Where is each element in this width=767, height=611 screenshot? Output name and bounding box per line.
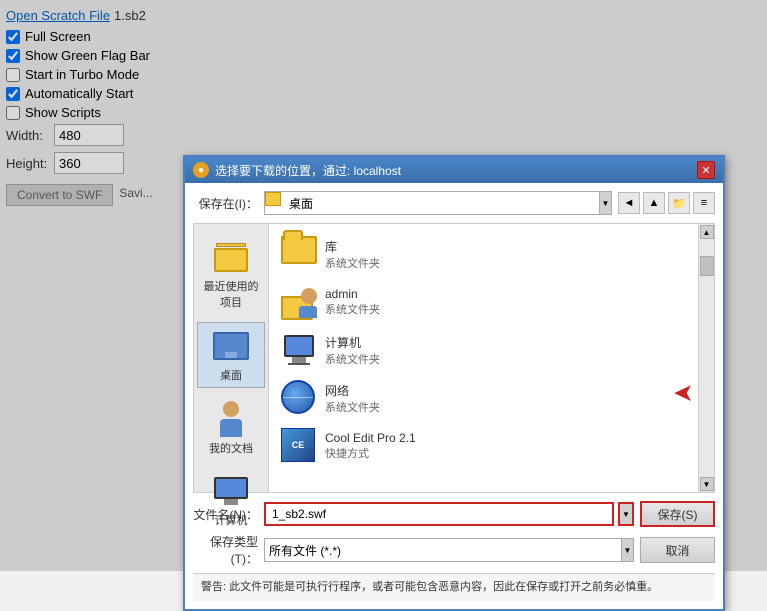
save-location-value: 桌面 bbox=[285, 192, 599, 214]
dialog-body: 保存在(I)： 桌面 ▼ ◄ ▲ 📁 ≡ bbox=[185, 183, 723, 609]
file-item-name: 库 bbox=[325, 238, 380, 255]
save-location-label: 保存在(I)： bbox=[193, 195, 258, 212]
person-body bbox=[220, 419, 242, 437]
folder-shape bbox=[281, 236, 317, 264]
screen bbox=[214, 477, 248, 499]
view-menu-button[interactable]: ≡ bbox=[693, 192, 715, 214]
computer-shape bbox=[214, 477, 248, 505]
file-item-type: 系统文件夹 bbox=[325, 399, 380, 415]
sidebar-recent-label: 最近使用的项目 bbox=[201, 278, 261, 310]
dialog-title-text: 选择要下载的位置，通过: localhost bbox=[215, 162, 401, 179]
filetype-value: 所有文件 (*.*) bbox=[265, 539, 621, 561]
dialog-overlay: ● 选择要下载的位置，通过: localhost ✕ 保存在(I)： 桌面 ▼ … bbox=[0, 0, 767, 571]
file-item-type: 系统文件夹 bbox=[325, 301, 380, 317]
folder-icon-large bbox=[281, 236, 317, 272]
new-folder-button[interactable]: 📁 bbox=[668, 192, 690, 214]
save-dialog: ● 选择要下载的位置，通过: localhost ✕ 保存在(I)： 桌面 ▼ … bbox=[183, 155, 725, 611]
file-item-type: 快捷方式 bbox=[325, 445, 416, 461]
filetype-dropdown[interactable]: ▼ bbox=[621, 539, 633, 561]
file-item-name: 网络 bbox=[325, 382, 380, 399]
dialog-titlebar: ● 选择要下载的位置，通过: localhost ✕ bbox=[185, 157, 723, 183]
network-icon-large bbox=[281, 380, 317, 416]
folder-icon bbox=[265, 192, 281, 206]
filename-label: 文件名(N)： bbox=[193, 506, 258, 523]
filename-row: 文件名(N)： ▼ 保存(S) bbox=[193, 501, 715, 527]
dialog-title-left: ● 选择要下载的位置，通过: localhost bbox=[193, 162, 401, 179]
desktop-icon bbox=[212, 327, 250, 365]
file-info: 库 系统文件夹 bbox=[325, 238, 380, 271]
person-folder-icon bbox=[281, 284, 317, 320]
list-item[interactable]: 网络 系统文件夹 bbox=[277, 376, 690, 420]
person-icon bbox=[217, 401, 245, 437]
sidebar-desktop-label: 桌面 bbox=[220, 367, 242, 383]
scrollbar-thumb[interactable] bbox=[700, 256, 714, 276]
file-item-name: Cool Edit Pro 2.1 bbox=[325, 431, 416, 445]
computer-icon-large bbox=[281, 332, 317, 368]
save-button[interactable]: 保存(S) bbox=[640, 501, 715, 527]
warning-text: 警告: 此文件可能是可执行行程序，或者可能包含恶意内容，因此在保存或打开之前务必… bbox=[193, 573, 715, 601]
filetype-combo[interactable]: 所有文件 (*.*) ▼ bbox=[264, 538, 634, 562]
stand bbox=[224, 499, 238, 505]
sidebar-item-desktop[interactable]: 桌面 bbox=[197, 322, 265, 388]
toolbar-icons: ◄ ▲ 📁 ≡ bbox=[618, 192, 715, 214]
computer-icon bbox=[212, 472, 250, 510]
file-item-name: 计算机 bbox=[325, 334, 380, 351]
nav-up-button[interactable]: ▲ bbox=[643, 192, 665, 214]
list-item[interactable]: CE Cool Edit Pro 2.1 快捷方式 bbox=[277, 424, 690, 468]
list-item[interactable]: admin 系统文件夹 bbox=[277, 280, 690, 324]
filename-dropdown[interactable]: ▼ bbox=[618, 502, 634, 526]
recent-strip bbox=[216, 243, 246, 247]
filename-input[interactable] bbox=[264, 502, 614, 526]
sidebar-item-recent[interactable]: 最近使用的项目 bbox=[197, 234, 265, 314]
cancel-button[interactable]: 取消 bbox=[640, 537, 715, 563]
filename-input-wrapper: ▼ bbox=[264, 502, 634, 526]
sidebar-documents-label: 我的文档 bbox=[209, 440, 253, 456]
globe-shape bbox=[281, 380, 315, 414]
file-info: admin 系统文件夹 bbox=[325, 287, 380, 317]
file-info: 网络 系统文件夹 bbox=[325, 382, 380, 415]
dialog-sidebar: 最近使用的项目 桌面 bbox=[194, 224, 269, 492]
recent-icon bbox=[212, 238, 250, 276]
file-list: 库 系统文件夹 bbox=[269, 224, 698, 492]
file-info: 计算机 系统文件夹 bbox=[325, 334, 380, 367]
sidebar-item-documents[interactable]: 我的文档 bbox=[197, 396, 265, 460]
dialog-main-area: 最近使用的项目 桌面 bbox=[193, 223, 715, 493]
list-item[interactable]: 计算机 系统文件夹 bbox=[277, 328, 690, 372]
file-item-type: 系统文件夹 bbox=[325, 351, 380, 367]
filetype-label: 保存类型(T)： bbox=[193, 533, 258, 567]
arrow-annotation: ➤ bbox=[674, 380, 692, 406]
save-location-combo[interactable]: 桌面 ▼ bbox=[264, 191, 612, 215]
filetype-row: 保存类型(T)： 所有文件 (*.*) ▼ 取消 bbox=[193, 533, 715, 567]
scrollbar[interactable]: ▲ ▼ bbox=[698, 224, 714, 492]
recent-body bbox=[214, 248, 248, 272]
dialog-close-button[interactable]: ✕ bbox=[697, 161, 715, 179]
dialog-icon: ● bbox=[193, 162, 209, 178]
cooledit-shape: CE bbox=[281, 428, 315, 462]
file-item-type: 系统文件夹 bbox=[325, 255, 380, 271]
list-item[interactable]: 库 系统文件夹 bbox=[277, 232, 690, 276]
save-location-row: 保存在(I)： 桌面 ▼ ◄ ▲ 📁 ≡ bbox=[193, 191, 715, 215]
file-info: Cool Edit Pro 2.1 快捷方式 bbox=[325, 431, 416, 461]
nav-back-button[interactable]: ◄ bbox=[618, 192, 640, 214]
file-item-name: admin bbox=[325, 287, 380, 301]
person-head bbox=[223, 401, 239, 417]
documents-icon bbox=[212, 400, 250, 438]
cooledit-icon-large: CE bbox=[281, 428, 317, 464]
save-location-dropdown[interactable]: ▼ bbox=[599, 192, 611, 214]
